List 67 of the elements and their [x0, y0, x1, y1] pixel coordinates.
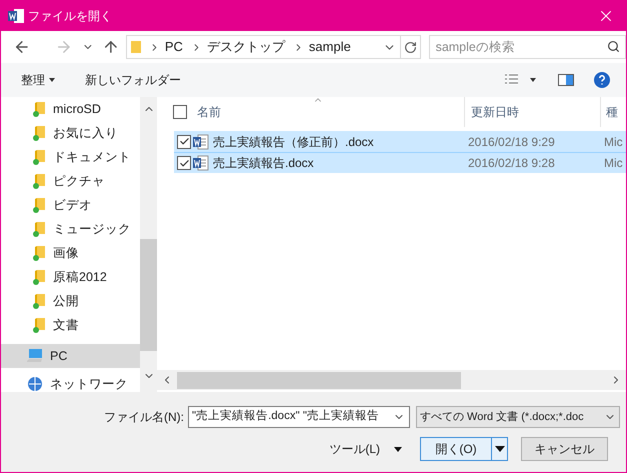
- checkbox[interactable]: [177, 156, 191, 170]
- sidebar-item[interactable]: 文書: [1, 313, 140, 337]
- help-icon[interactable]: [594, 72, 610, 88]
- tools-button[interactable]: ツール(L): [329, 440, 402, 458]
- caret-icon[interactable]: [530, 78, 536, 82]
- folder-icon: [33, 317, 47, 333]
- search-field[interactable]: sampleの検索: [428, 35, 626, 59]
- open-options-button[interactable]: [491, 438, 507, 460]
- sidebar-item[interactable]: ネットワーク: [1, 372, 140, 392]
- folder-icon: [33, 293, 47, 309]
- preview-pane-icon[interactable]: [558, 74, 574, 86]
- file-type: Mic: [604, 155, 623, 172]
- modified-date: 2016/02/18 9:29: [468, 134, 556, 150]
- folder-icon: [33, 269, 47, 285]
- folder-icon: [130, 40, 141, 54]
- file-name: 売上実績報告.docx: [213, 155, 315, 172]
- organize-button[interactable]: 整理: [21, 71, 55, 89]
- folder-icon: [33, 101, 47, 117]
- column-header[interactable]: 更新日時: [465, 97, 601, 127]
- sidebar-item[interactable]: 公開: [1, 289, 140, 313]
- sidebar-item[interactable]: ピクチャ: [1, 169, 140, 193]
- horizontal-scrollbar[interactable]: [157, 370, 626, 390]
- folder-icon: [33, 125, 47, 141]
- sidebar-item[interactable]: microSD: [1, 97, 140, 121]
- new-folder-button[interactable]: 新しいフォルダー: [85, 71, 181, 89]
- breadcrumb-item[interactable]: PC: [164, 37, 183, 57]
- sidebar-item[interactable]: 原稿2012: [1, 265, 140, 289]
- sidebar-item[interactable]: お気に入り: [1, 121, 140, 145]
- word-document-icon: [193, 155, 209, 171]
- file-type-dropdown[interactable]: すべての Word 文書 (*.docx;*.doc: [416, 406, 620, 428]
- sidebar-item[interactable]: ミュージック: [1, 217, 140, 241]
- file-row[interactable]: 売上実績報告（修正前）.docx 2016/02/18 9:29 Mic: [174, 131, 626, 152]
- checkbox[interactable]: [177, 134, 191, 148]
- folder-icon: [33, 221, 47, 237]
- column-header[interactable]: 種: [601, 97, 618, 127]
- computer-icon: [26, 348, 44, 364]
- scrollbar-thumb[interactable]: [140, 239, 157, 351]
- vertical-scrollbar[interactable]: [140, 97, 157, 392]
- folder-icon: [33, 245, 47, 261]
- sidebar-item[interactable]: PC: [1, 344, 140, 368]
- network-icon: [26, 376, 44, 392]
- check-icon: [178, 158, 190, 168]
- refresh-icon[interactable]: [404, 40, 417, 54]
- checkbox[interactable]: [173, 105, 187, 119]
- file-name: 売上実績報告（修正前）.docx: [213, 134, 375, 150]
- sidebar-item[interactable]: ビデオ: [1, 193, 140, 217]
- folder-icon: [33, 149, 47, 165]
- address-bar[interactable]: PC デスクトップ sample: [126, 35, 421, 59]
- breadcrumb-item[interactable]: sample: [308, 37, 351, 57]
- folder-icon: [33, 173, 47, 189]
- file-row[interactable]: 売上実績報告.docx 2016/02/18 9:28 Mic: [174, 152, 626, 173]
- word-app-icon: [8, 8, 24, 24]
- folder-icon: [33, 197, 47, 213]
- search-icon[interactable]: [607, 40, 620, 53]
- sidebar-item[interactable]: 画像: [1, 241, 140, 265]
- breadcrumb-item[interactable]: デスクトップ: [206, 37, 285, 57]
- modified-date: 2016/02/18 9:28: [468, 155, 556, 172]
- sidebar-item[interactable]: ドキュメント: [1, 145, 140, 169]
- scrollbar-thumb[interactable]: [177, 372, 461, 388]
- window-title: ファイルを開く: [28, 8, 112, 25]
- column-header[interactable]: 名前: [197, 97, 465, 127]
- file-name-field[interactable]: "売上実績報告.docx" "売上実績報告: [188, 406, 410, 428]
- check-icon: [178, 136, 190, 147]
- word-document-icon: [193, 134, 209, 150]
- file-name-label: ファイル名(N):: [104, 409, 184, 426]
- cancel-button[interactable]: キャンセル: [521, 437, 608, 461]
- file-type: Mic: [604, 134, 623, 150]
